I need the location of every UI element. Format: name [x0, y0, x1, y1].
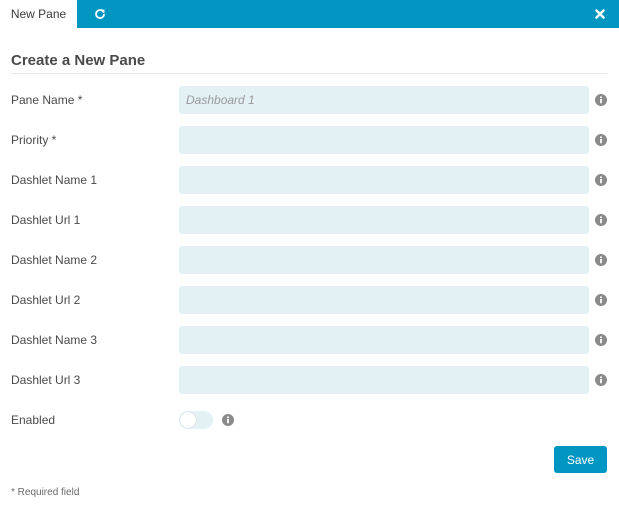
dashlet-name-1-input[interactable] — [179, 166, 589, 194]
form-row-pane-name: Pane Name * — [0, 86, 619, 114]
form-row-dashlet-name-2: Dashlet Name 2 — [0, 246, 619, 274]
form-row-dashlet-url-1: Dashlet Url 1 — [0, 206, 619, 234]
pane-name-input[interactable] — [179, 86, 589, 114]
form-row-priority: Priority * — [0, 126, 619, 154]
dashlet-url-3-label: Dashlet Url 3 — [11, 373, 81, 387]
dashlet-name-2-input[interactable] — [179, 246, 589, 274]
pane-tab-bar: New Pane — [0, 0, 619, 28]
form-row-dashlet-name-3: Dashlet Name 3 — [0, 326, 619, 354]
form-row-dashlet-url-2: Dashlet Url 2 — [0, 286, 619, 314]
required-field-note: * Required field — [11, 487, 80, 498]
dashlet-name-3-input[interactable] — [179, 326, 589, 354]
toggle-knob — [180, 412, 196, 428]
save-button[interactable]: Save — [554, 446, 607, 473]
pane-name-label: Pane Name * — [11, 93, 83, 107]
form-row-enabled: Enabled — [0, 406, 619, 434]
tab-new-pane[interactable]: New Pane — [0, 0, 77, 28]
close-button[interactable] — [590, 5, 610, 23]
info-icon[interactable] — [595, 374, 607, 386]
dashlet-url-1-input[interactable] — [179, 206, 589, 234]
dashlet-name-1-label: Dashlet Name 1 — [11, 173, 98, 187]
info-icon[interactable] — [595, 214, 607, 226]
form-row-dashlet-name-1: Dashlet Name 1 — [0, 166, 619, 194]
dashlet-url-3-input[interactable] — [179, 366, 589, 394]
priority-label: Priority * — [11, 133, 57, 147]
page-title: Create a New Pane — [11, 52, 146, 69]
info-icon[interactable] — [595, 334, 607, 346]
title-divider — [11, 73, 607, 74]
refresh-button[interactable] — [90, 5, 110, 23]
form-row-dashlet-url-3: Dashlet Url 3 — [0, 366, 619, 394]
dashlet-url-1-label: Dashlet Url 1 — [11, 213, 81, 227]
enabled-toggle[interactable] — [179, 411, 213, 429]
dashlet-url-2-input[interactable] — [179, 286, 589, 314]
info-icon[interactable] — [595, 134, 607, 146]
info-icon[interactable] — [595, 174, 607, 186]
dashlet-name-2-label: Dashlet Name 2 — [11, 253, 98, 267]
priority-input[interactable] — [179, 126, 589, 154]
enabled-label: Enabled — [11, 413, 56, 427]
info-icon[interactable] — [595, 294, 607, 306]
info-icon[interactable] — [595, 94, 607, 106]
info-icon[interactable] — [222, 414, 234, 426]
dashlet-name-3-label: Dashlet Name 3 — [11, 333, 98, 347]
dashlet-url-2-label: Dashlet Url 2 — [11, 293, 81, 307]
refresh-icon — [95, 9, 105, 19]
info-icon[interactable] — [595, 254, 607, 266]
tab-new-pane-label: New Pane — [10, 7, 67, 21]
close-icon — [595, 9, 605, 19]
